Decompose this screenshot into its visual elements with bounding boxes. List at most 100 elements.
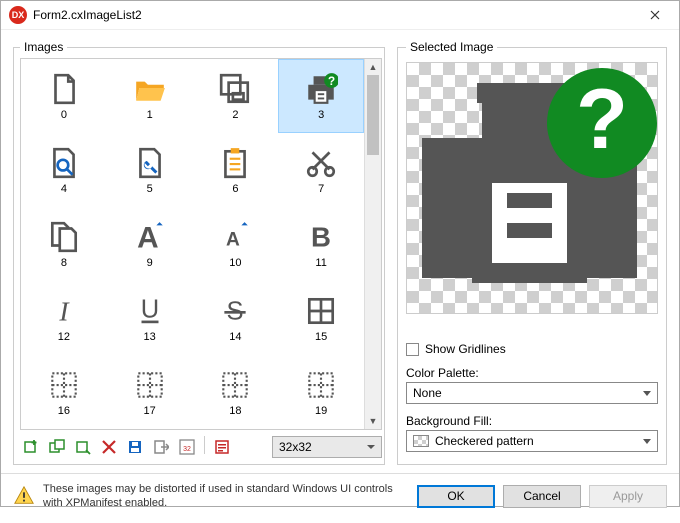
warning-icon [13, 485, 35, 507]
content-area: Images 012?345678A9A10B11I12U13S14151617… [1, 30, 679, 473]
image-cell[interactable]: 5 [107, 133, 193, 207]
ok-button[interactable]: OK [417, 485, 495, 508]
image-grid-container: 012?345678A9A10B11I12U13S141516171819 ▲ … [20, 58, 382, 430]
scrollbar[interactable]: ▲ ▼ [364, 59, 381, 429]
italic-icon: I [47, 293, 81, 329]
image-index: 8 [61, 257, 67, 269]
export-image-button[interactable] [150, 436, 172, 458]
image-index: 11 [315, 257, 326, 269]
image-grid[interactable]: 012?345678A9A10B11I12U13S141516171819 [21, 59, 364, 429]
bgfill-swatch-icon [413, 435, 429, 447]
image-cell[interactable]: ?3 [278, 59, 364, 133]
image-cell[interactable]: 8 [21, 207, 107, 281]
toolbar-separator [204, 436, 205, 454]
font-big-icon: A [133, 219, 167, 255]
image-cell[interactable]: 6 [193, 133, 279, 207]
image-cell[interactable]: B 11 [278, 207, 364, 281]
border-dash-icon [218, 367, 252, 403]
font-small-icon: A [218, 219, 252, 255]
scrollbar-thumb[interactable] [367, 75, 379, 155]
replace-image-button[interactable] [46, 436, 68, 458]
image-index: 3 [318, 109, 324, 121]
save-disks-icon [218, 71, 252, 107]
bgfill-value: Checkered pattern [435, 434, 534, 448]
clipboard-paste-icon [218, 145, 252, 181]
printer-help-icon: ? [407, 63, 657, 313]
images-panel: Images 012?345678A9A10B11I12U13S14151617… [13, 40, 385, 465]
cancel-button[interactable]: Cancel [503, 485, 581, 508]
register-button[interactable] [211, 436, 233, 458]
image-cell[interactable]: I 12 [21, 281, 107, 355]
printer-help-icon: ? [304, 71, 338, 107]
pick-image-button[interactable] [72, 436, 94, 458]
show-gridlines-label: Show Gridlines [425, 342, 506, 356]
image-cell[interactable]: 15 [278, 281, 364, 355]
image-index: 12 [58, 331, 70, 343]
image-cell[interactable]: 19 [278, 355, 364, 429]
border-dash-icon [47, 367, 81, 403]
bgfill-select[interactable]: Checkered pattern [406, 430, 658, 452]
image-index: 16 [58, 405, 70, 417]
image-cell[interactable]: 0 [21, 59, 107, 133]
scissors-icon [304, 145, 338, 181]
image-cell[interactable]: A9 [107, 207, 193, 281]
page-search-icon [47, 145, 81, 181]
image-cell[interactable]: S14 [193, 281, 279, 355]
image-cell[interactable]: 1 [107, 59, 193, 133]
image-index: 9 [147, 257, 153, 269]
image-index: 5 [147, 183, 153, 195]
border-dash-icon [133, 367, 167, 403]
image-index: 19 [315, 405, 327, 417]
apply-button: Apply [589, 485, 667, 508]
dialog-window: DX Form2.cxImageList2 Images 012?345678A… [0, 0, 680, 507]
image-index: 10 [229, 257, 241, 269]
border-all-icon [304, 293, 338, 329]
image-cell[interactable]: 4 [21, 133, 107, 207]
image-cell[interactable]: 18 [193, 355, 279, 429]
delete-image-button[interactable] [98, 436, 120, 458]
image-cell[interactable]: 7 [278, 133, 364, 207]
toolbar-buttons: 32 [20, 436, 233, 458]
scroll-down-arrow-icon[interactable]: ▼ [365, 413, 381, 429]
svg-text:32: 32 [183, 446, 191, 453]
image-index: 0 [61, 109, 67, 121]
folder-open-icon [133, 71, 167, 107]
svg-text:A: A [226, 230, 240, 251]
images-fieldset: Images 012?345678A9A10B11I12U13S14151617… [13, 40, 385, 465]
image-cell[interactable]: A 10 [193, 207, 279, 281]
image-index: 18 [229, 405, 241, 417]
svg-text:A: A [137, 222, 159, 254]
close-icon [650, 10, 660, 20]
svg-text:I: I [58, 296, 70, 327]
size-value: 32x32 [279, 440, 312, 454]
image-index: 15 [315, 331, 327, 343]
palette-label: Color Palette: [406, 366, 658, 380]
page-wrench-icon [133, 145, 167, 181]
size-select[interactable]: 32x32 [272, 436, 382, 458]
image-index: 13 [144, 331, 156, 343]
image-preview: ? [406, 62, 658, 314]
show-gridlines-checkbox[interactable] [406, 343, 419, 356]
image-index: 4 [61, 183, 67, 195]
image-index: 14 [229, 331, 241, 343]
resize-image-button[interactable]: 32 [176, 436, 198, 458]
image-cell[interactable]: 16 [21, 355, 107, 429]
images-legend: Images [20, 40, 67, 54]
copy-pages-icon [47, 219, 81, 255]
selected-panel: Selected Image [397, 40, 667, 465]
image-cell[interactable]: U 13 [107, 281, 193, 355]
add-image-button[interactable] [20, 436, 42, 458]
svg-text:U: U [140, 295, 158, 323]
file-new-icon [47, 71, 81, 107]
app-badge-icon: DX [9, 6, 27, 24]
images-toolbar: 32 32x32 [20, 430, 382, 458]
palette-select[interactable]: None [406, 382, 658, 404]
palette-value: None [413, 386, 442, 400]
save-image-button[interactable] [124, 436, 146, 458]
svg-text:B: B [311, 222, 331, 253]
svg-text:?: ? [328, 75, 335, 88]
image-cell[interactable]: 2 [193, 59, 279, 133]
close-button[interactable] [632, 1, 677, 29]
scroll-up-arrow-icon[interactable]: ▲ [365, 59, 381, 75]
image-cell[interactable]: 17 [107, 355, 193, 429]
